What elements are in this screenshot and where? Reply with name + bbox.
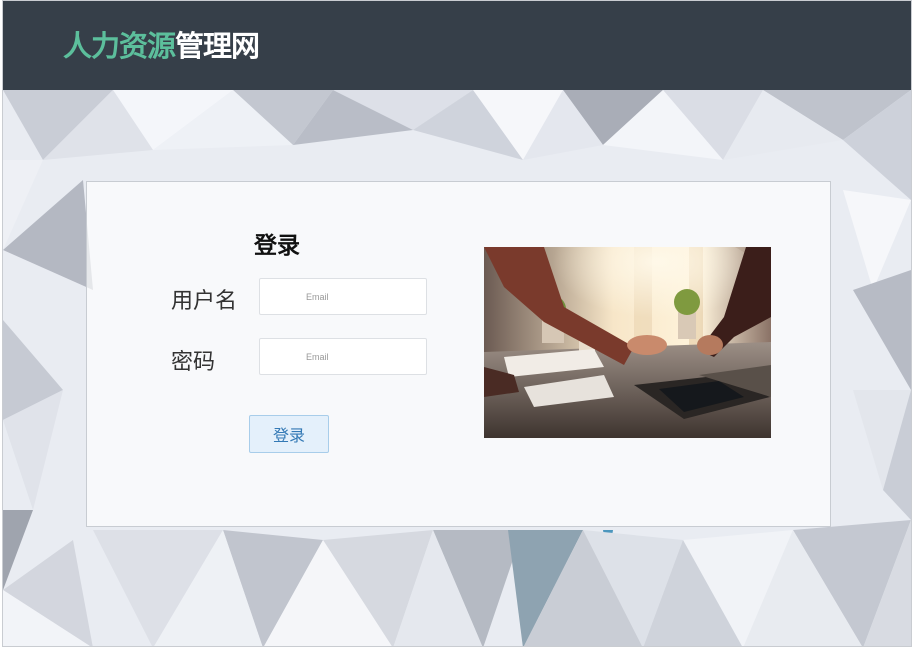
brand-rest-text: 管理网: [175, 29, 260, 63]
login-title: 登录: [254, 233, 300, 259]
brand-accent-text: 人力资源: [63, 29, 176, 63]
username-label: 用户名: [171, 289, 238, 314]
login-button[interactable]: 登录: [249, 415, 329, 453]
browser-frame: 人力资源管理网 登录 用户名 Email 密码 登录: [2, 0, 912, 647]
password-label: 密码: [171, 350, 216, 375]
office-meeting-photo: [484, 247, 771, 438]
login-card: 登录 用户名 密码 登录: [86, 181, 831, 527]
password-input[interactable]: [259, 338, 427, 375]
username-input[interactable]: [259, 278, 427, 315]
site-logo[interactable]: 人力资源管理网: [63, 23, 260, 65]
site-header: 人力资源管理网: [3, 1, 911, 90]
